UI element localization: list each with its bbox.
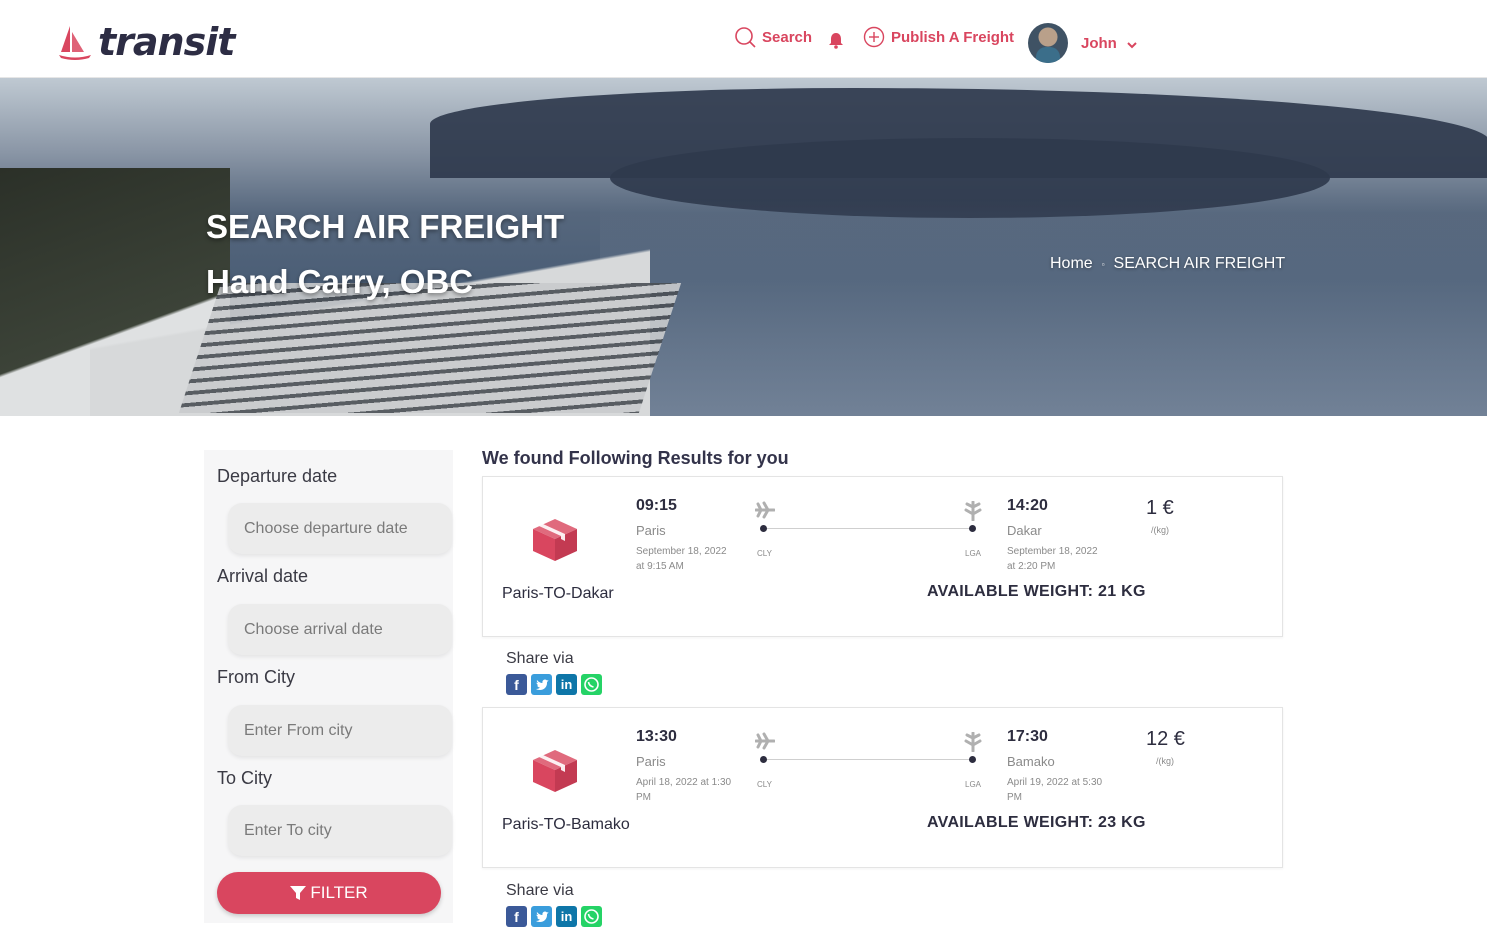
result-card[interactable]: Paris-TO-Dakar 09:15 Paris September 18,…	[482, 476, 1283, 637]
whatsapp-icon[interactable]	[581, 674, 602, 695]
plane-landing-icon	[964, 732, 982, 752]
user-menu[interactable]: John	[1028, 23, 1138, 63]
arrival-time: 14:20	[1007, 497, 1048, 514]
available-weight: AVAILABLE WEIGHT: 21 KG	[927, 583, 1146, 600]
arrival-time: 17:30	[1007, 728, 1048, 745]
arrival-city: Bamako	[1007, 754, 1055, 769]
plane-takeoff-icon	[755, 501, 775, 519]
facebook-icon[interactable]: f	[506, 674, 527, 695]
user-name: John	[1081, 34, 1117, 52]
departure-city: Paris	[636, 523, 666, 538]
results-heading: We found Following Results for you	[482, 448, 789, 468]
twitter-icon[interactable]	[531, 674, 552, 695]
filter-sidebar: Departure date Arrival date From City To…	[204, 450, 453, 923]
search-nav-label: Search	[762, 28, 813, 46]
notifications-button[interactable]	[828, 32, 844, 49]
brand-logo[interactable]: transit	[58, 20, 235, 64]
arrival-date-input[interactable]	[228, 604, 452, 655]
from-city-label: From City	[217, 667, 295, 687]
departure-time: 13:30	[636, 728, 677, 745]
arrival-dot	[969, 525, 976, 532]
publish-freight-link[interactable]: Publish A Freight	[863, 26, 1014, 48]
top-header: transit Search Publish A Freight John	[0, 0, 1487, 78]
arrival-dot	[969, 756, 976, 763]
arrival-city: Dakar	[1007, 523, 1042, 538]
linkedin-icon[interactable]: in	[556, 674, 577, 695]
sailboat-icon	[59, 26, 91, 60]
plane-landing-icon	[964, 501, 982, 521]
package-icon	[533, 750, 577, 792]
breadcrumb-home-link[interactable]: Home	[1050, 255, 1093, 273]
search-nav-link[interactable]: Search	[734, 26, 812, 48]
departure-code: CLY	[757, 780, 772, 789]
price-unit: /(kg)	[1156, 756, 1174, 766]
package-icon	[533, 519, 577, 561]
twitter-icon[interactable]	[531, 906, 552, 927]
linkedin-icon[interactable]: in	[556, 906, 577, 927]
filter-button[interactable]: FILTER	[217, 872, 441, 914]
arrival-code: LGA	[965, 780, 982, 789]
arrival-date: April 19, 2022 at 5:30 PM	[1007, 777, 1103, 803]
share-section: Share via f in	[506, 650, 606, 695]
search-icon	[735, 27, 756, 48]
price: 1 €	[1146, 497, 1174, 519]
chevron-down-icon	[1127, 41, 1137, 48]
share-section: Share via f in	[506, 882, 606, 927]
funnel-icon	[290, 886, 307, 900]
plus-circle-icon	[863, 26, 885, 48]
publish-freight-label: Publish A Freight	[891, 28, 1015, 46]
route-line	[764, 759, 972, 760]
share-label: Share via	[506, 882, 574, 899]
breadcrumb: Home ▫ SEARCH AIR FREIGHT	[1050, 255, 1285, 273]
hero-water	[600, 198, 1487, 416]
departure-city: Paris	[636, 754, 666, 769]
share-label: Share via	[506, 650, 574, 667]
departure-code: CLY	[757, 549, 772, 558]
departure-date: September 18, 2022 at 9:15 AM	[636, 546, 727, 572]
breadcrumb-current: SEARCH AIR FREIGHT	[1113, 255, 1286, 272]
page-subtitle: Hand Carry, OBC	[206, 263, 474, 300]
departure-dot	[760, 525, 767, 532]
departure-date-input[interactable]	[228, 503, 452, 554]
route-name: Paris-TO-Dakar	[502, 585, 614, 602]
departure-date: April 18, 2022 at 1:30 PM	[636, 777, 732, 803]
route-name: Paris-TO-Bamako	[502, 816, 630, 833]
plane-takeoff-icon	[755, 732, 775, 750]
whatsapp-icon[interactable]	[581, 906, 602, 927]
from-city-input[interactable]	[228, 705, 452, 756]
to-city-input[interactable]	[228, 805, 452, 856]
departure-time: 09:15	[636, 497, 677, 514]
to-city-label: To City	[217, 768, 273, 788]
departure-dot	[760, 756, 767, 763]
price: 12 €	[1146, 728, 1185, 750]
hero-banner: SEARCH AIR FREIGHT Hand Carry, OBC Home …	[0, 78, 1487, 416]
result-card[interactable]: Paris-TO-Bamako 13:30 Paris April 18, 20…	[482, 707, 1283, 868]
route-line	[764, 528, 972, 529]
page-title: SEARCH AIR FREIGHT	[206, 208, 565, 245]
arrival-code: LGA	[965, 549, 982, 558]
brand-name: transit	[98, 20, 235, 64]
departure-date-label: Departure date	[217, 466, 338, 486]
available-weight: AVAILABLE WEIGHT: 23 KG	[927, 814, 1146, 831]
hero-pergola	[178, 283, 682, 413]
arrival-date: September 18, 2022 at 2:20 PM	[1007, 546, 1098, 572]
bell-icon	[829, 33, 843, 49]
avatar	[1028, 23, 1068, 63]
facebook-icon[interactable]: f	[506, 906, 527, 927]
arrival-date-label: Arrival date	[217, 566, 309, 586]
price-unit: /(kg)	[1151, 525, 1169, 535]
breadcrumb-separator-icon: ▫	[1101, 259, 1105, 269]
filter-button-label: FILTER	[310, 883, 368, 902]
